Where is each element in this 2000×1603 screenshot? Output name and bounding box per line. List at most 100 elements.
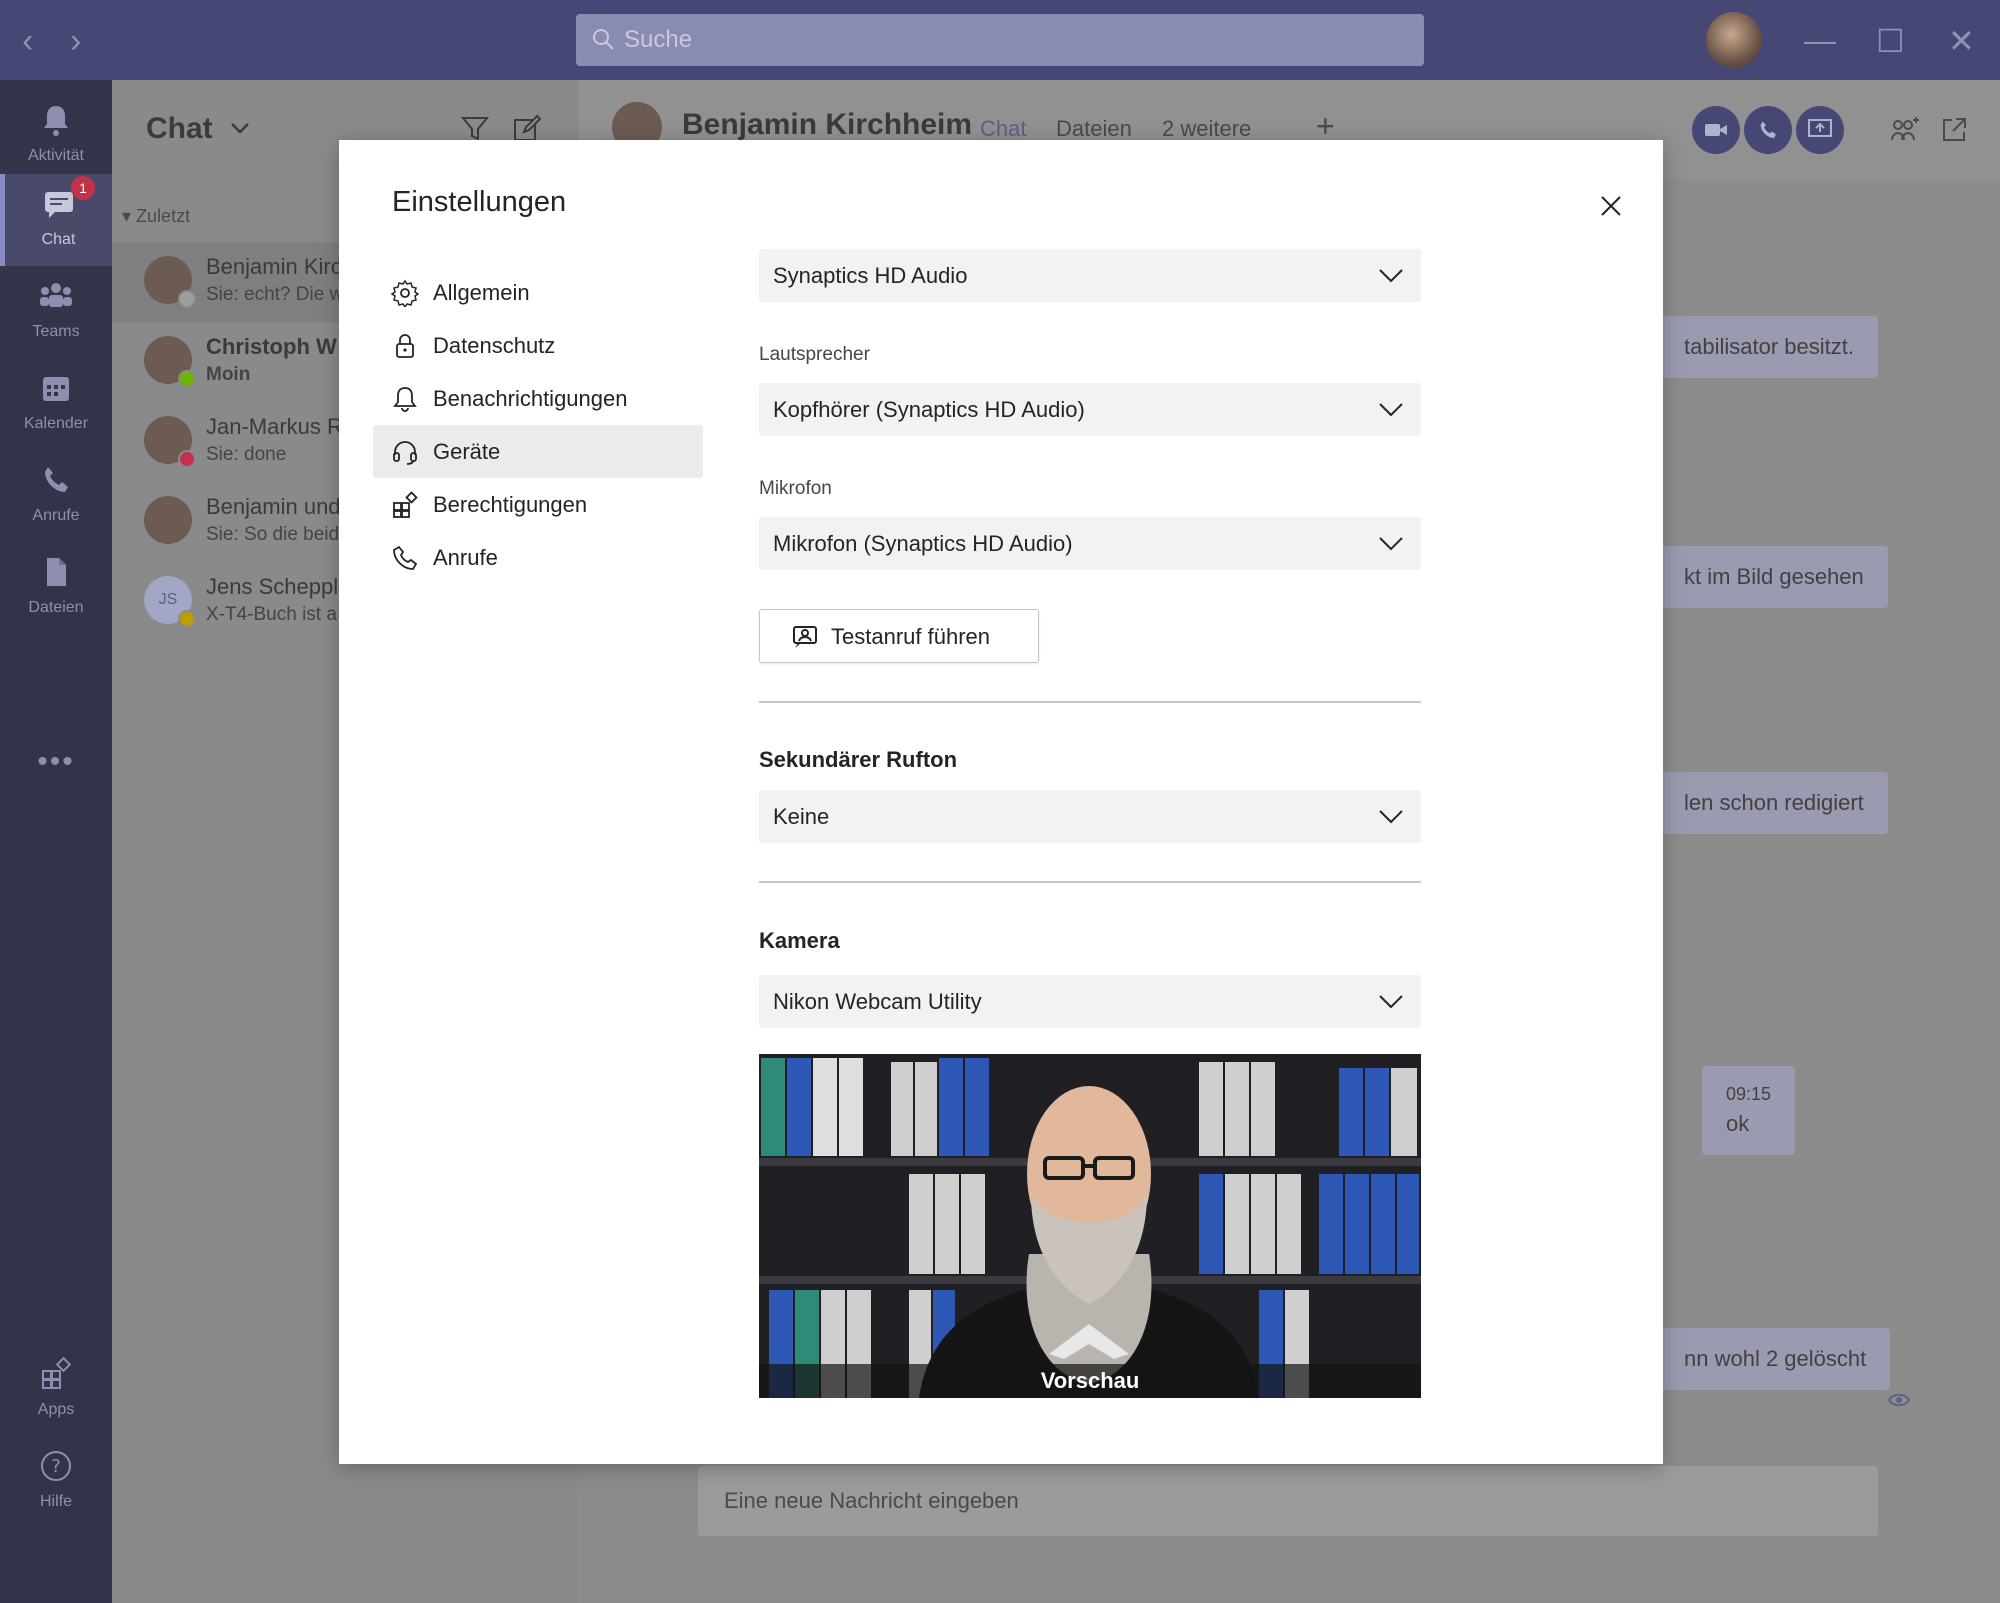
rail-item-apps[interactable]: Apps — [0, 1344, 112, 1436]
video-call-button[interactable] — [1692, 106, 1740, 154]
microphone-label: Mikrofon — [759, 478, 832, 499]
rail-item-calendar[interactable]: Kalender — [0, 358, 112, 450]
settings-nav-privacy[interactable]: Datenschutz — [373, 319, 703, 372]
nav-label: Datenschutz — [433, 333, 556, 358]
pop-out-icon[interactable] — [1940, 116, 1968, 144]
settings-nav-permissions[interactable]: Berechtigungen — [373, 478, 703, 531]
tab-more[interactable]: 2 weitere — [1162, 116, 1251, 142]
chat-name: Jan-Markus R — [206, 414, 343, 439]
permissions-icon — [393, 491, 418, 518]
camera-dropdown[interactable]: Nikon Webcam Utility — [759, 975, 1421, 1028]
chevron-down-icon — [1379, 269, 1403, 283]
add-people-icon[interactable] — [1890, 116, 1920, 144]
chat-name: Jens Scheppl — [206, 574, 339, 599]
chat-list-title[interactable]: Chat — [146, 112, 213, 146]
preview-label: Vorschau — [759, 1364, 1421, 1398]
test-call-button[interactable]: Testanruf führen — [759, 609, 1039, 663]
chat-name: Benjamin Kirc — [206, 254, 342, 279]
speaker-label: Lautsprecher — [759, 344, 870, 365]
rail-item-activity[interactable]: Aktivität — [0, 90, 112, 182]
phone-icon — [1760, 121, 1776, 138]
chat-preview: Sie: done — [206, 444, 287, 465]
presence-status — [178, 290, 196, 308]
message-bubble: 09:15 ok — [1702, 1066, 1796, 1155]
rail-item-teams[interactable]: Teams — [0, 266, 112, 358]
rail-label: Kalender — [23, 415, 89, 432]
tab-chat[interactable]: Chat — [980, 116, 1026, 142]
secondary-ring-dropdown[interactable]: Keine — [759, 790, 1421, 843]
settings-nav-devices[interactable]: Geräte — [373, 425, 703, 478]
teams-icon — [40, 283, 72, 307]
dialog-title: Einstellungen — [392, 186, 567, 218]
rail-item-chat[interactable]: Chat 1 — [0, 174, 112, 266]
rail-item-help[interactable]: ? Hilfe — [0, 1436, 112, 1528]
search-input[interactable]: Suche — [576, 14, 1424, 66]
back-arrow-icon[interactable]: ‹ — [22, 22, 33, 61]
screen-share-icon — [1808, 119, 1832, 137]
nav-label: Anrufe — [433, 545, 498, 570]
section-divider — [759, 881, 1421, 883]
seen-eye-icon — [1888, 1393, 1910, 1407]
rail-label: Teams — [32, 323, 80, 340]
rail-label: Aktivität — [27, 147, 84, 164]
minimize-button[interactable]: — — [1804, 22, 1836, 59]
settings-nav-general[interactable]: Allgemein — [373, 266, 703, 319]
chevron-down-icon[interactable] — [228, 116, 252, 140]
message-text: ok — [1726, 1111, 1750, 1136]
settings-nav-calls[interactable]: Anrufe — [373, 531, 703, 584]
forward-arrow-icon[interactable]: › — [70, 22, 81, 61]
test-call-icon — [793, 626, 817, 648]
chevron-down-icon — [1379, 995, 1403, 1009]
search-icon — [593, 29, 614, 50]
headset-icon — [393, 441, 417, 465]
close-icon[interactable] — [1597, 192, 1625, 220]
audio-device-dropdown[interactable]: Synaptics HD Audio — [759, 249, 1421, 302]
gear-icon — [391, 279, 419, 307]
test-call-label: Testanruf führen — [831, 624, 990, 649]
nav-label: Geräte — [433, 439, 501, 464]
message-time: 09:15 — [1726, 1084, 1772, 1104]
section-divider — [759, 701, 1421, 703]
settings-nav-notifications[interactable]: Benachrichtigungen — [373, 372, 703, 425]
rail-label: Chat — [41, 231, 76, 248]
more-apps-button[interactable]: ••• — [0, 745, 112, 779]
dropdown-value: Keine — [773, 804, 830, 829]
dropdown-value: Kopfhörer (Synaptics HD Audio) — [773, 397, 1085, 422]
phone-icon — [45, 467, 68, 492]
chat-name: Christoph W — [206, 334, 337, 359]
recent-section-header[interactable]: ▾ Zuletzt — [122, 206, 190, 227]
bell-icon — [393, 387, 417, 412]
tab-files[interactable]: Dateien — [1056, 116, 1132, 142]
avatar — [144, 496, 192, 544]
dropdown-value: Synaptics HD Audio — [773, 263, 968, 288]
message-bubble: kt im Bild gesehen — [1660, 546, 1888, 608]
window-close-button[interactable]: ✕ — [1948, 22, 1975, 60]
secondary-ring-heading: Sekundärer Rufton — [759, 747, 958, 772]
nav-label: Berechtigungen — [433, 492, 588, 517]
message-compose-input[interactable]: Eine neue Nachricht eingeben — [698, 1466, 1878, 1536]
rail-label: Apps — [37, 1401, 75, 1418]
search-placeholder: Suche — [624, 26, 693, 53]
title-bar: ‹ › Suche — ☐ ✕ — [0, 0, 2000, 80]
speaker-dropdown[interactable]: Kopfhörer (Synaptics HD Audio) — [759, 383, 1421, 436]
chevron-down-icon — [1379, 537, 1403, 551]
svg-text:?: ? — [51, 1456, 61, 1477]
rail-label: Dateien — [28, 599, 84, 616]
chat-preview: Moin — [206, 364, 251, 385]
rail-item-files[interactable]: Dateien — [0, 542, 112, 634]
lock-icon — [396, 334, 414, 358]
screen-share-button[interactable] — [1796, 106, 1844, 154]
presence-status — [178, 610, 196, 628]
maximize-button[interactable]: ☐ — [1876, 22, 1905, 60]
presence-status — [178, 450, 196, 468]
dropdown-value: Mikrofon (Synaptics HD Audio) — [773, 531, 1073, 556]
chat-name: Benjamin und — [206, 494, 341, 519]
chat-preview: X-T4-Buch ist a — [206, 604, 337, 625]
rail-item-calls[interactable]: Anrufe — [0, 450, 112, 542]
camera-preview-image — [759, 1054, 1421, 1398]
user-avatar[interactable] — [1706, 12, 1762, 68]
microphone-dropdown[interactable]: Mikrofon (Synaptics HD Audio) — [759, 517, 1421, 570]
audio-call-button[interactable] — [1744, 106, 1792, 154]
rail-label: Anrufe — [32, 507, 80, 524]
unread-badge: 1 — [71, 176, 95, 200]
